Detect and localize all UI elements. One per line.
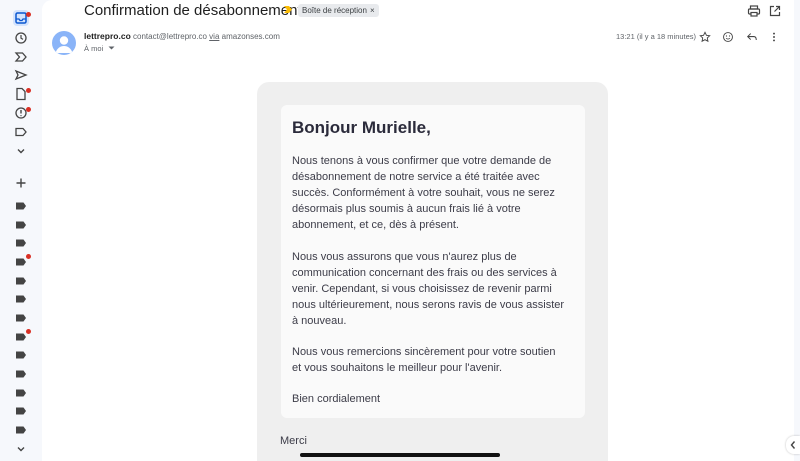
recipient-dropdown[interactable]: À moi [84, 44, 115, 53]
notification-dot [26, 12, 31, 17]
label-icon[interactable] [13, 347, 29, 363]
label-icon[interactable] [13, 366, 29, 382]
important-icon[interactable] [13, 49, 29, 65]
via-domain: amazonses.com [221, 32, 280, 41]
signoff-text: Bien cordialement [292, 393, 381, 405]
email-subject: Confirmation de désabonnement [84, 2, 302, 19]
notification-dot [26, 107, 31, 112]
print-icon[interactable] [747, 4, 761, 18]
left-nav-rail [0, 0, 42, 461]
open-in-new-window-icon[interactable] [768, 4, 782, 18]
sender-name[interactable]: lettrepro.co [84, 31, 131, 41]
caret-down-icon [108, 46, 115, 50]
chevron-left-icon [790, 441, 796, 449]
label-icon[interactable] [13, 422, 29, 438]
label-icon[interactable] [13, 403, 29, 419]
label-icon[interactable] [13, 291, 29, 307]
inbox-label-text: Boîte de réception [302, 6, 367, 15]
label-icon[interactable] [13, 217, 29, 233]
label-outline-icon[interactable] [13, 124, 29, 140]
body-paragraph-2: Nous vous assurons que vous n'aurez plus… [292, 251, 565, 327]
notification-dot [26, 329, 31, 334]
chevron-down-icon[interactable] [13, 441, 29, 457]
label-icon[interactable] [13, 385, 29, 401]
label-icon[interactable] [13, 310, 29, 326]
emoji-reaction-icon[interactable] [722, 31, 734, 43]
add-label-plus-icon[interactable] [13, 175, 29, 191]
via-link[interactable]: via [209, 32, 219, 41]
notification-dot [26, 88, 31, 93]
sender-avatar[interactable] [52, 31, 76, 55]
timestamp: 13:21 (il y a 18 minutes) [616, 32, 697, 41]
label-icon[interactable] [13, 198, 29, 214]
remove-label-close-icon[interactable]: × [370, 6, 375, 15]
email-view: Confirmation de désabonnement Boîte de r… [42, 0, 794, 461]
home-indicator [300, 453, 500, 457]
inbox-label-chip[interactable]: Boîte de réception × [298, 4, 379, 17]
chevron-down-icon[interactable] [13, 143, 29, 159]
greeting-heading: Bonjour Murielle, [292, 118, 431, 137]
body-paragraph-1: Nous tenons à vous confirmer que votre d… [292, 155, 555, 231]
notification-dot [26, 254, 31, 259]
side-panel-toggle[interactable] [786, 436, 800, 454]
label-icon[interactable] [13, 235, 29, 251]
sent-icon[interactable] [13, 67, 29, 83]
star-icon[interactable] [699, 31, 711, 43]
recipient-text: À moi [84, 44, 104, 53]
body-paragraph-3: Nous vous remercions sincèrement pour vo… [292, 346, 556, 374]
more-options-icon[interactable] [768, 31, 780, 43]
label-icon[interactable] [13, 273, 29, 289]
sender-line: lettrepro.co contact@lettrepro.co via am… [84, 31, 280, 41]
snoozed-clock-icon[interactable] [13, 30, 29, 46]
merci-text: Merci [280, 435, 307, 447]
importance-marker-icon[interactable] [284, 5, 293, 14]
sender-email: contact@lettrepro.co [133, 32, 207, 41]
reply-icon[interactable] [746, 31, 758, 43]
